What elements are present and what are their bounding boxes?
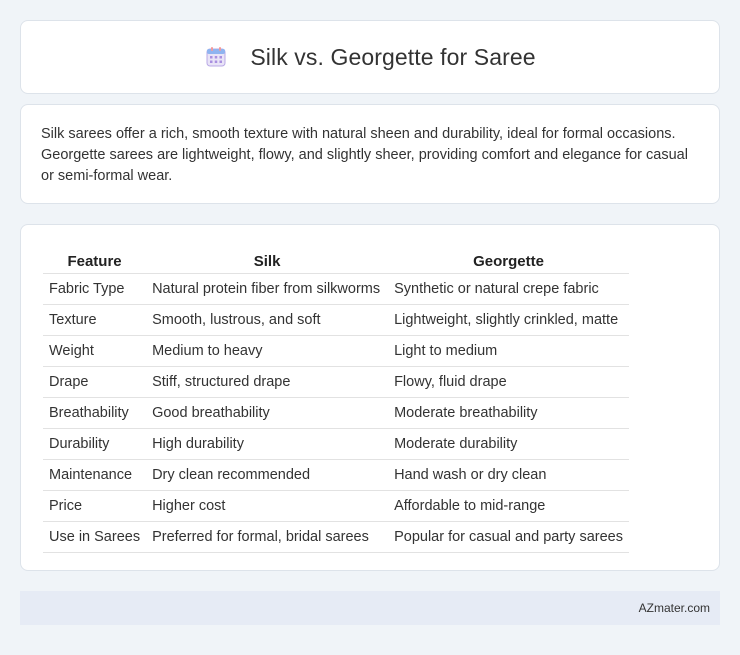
table-row: Texture Smooth, lustrous, and soft Lightwe… [43, 305, 629, 336]
table-row: Weight Medium to heavy Light to medium [43, 336, 629, 367]
table-cell: Fabric Type [43, 274, 147, 305]
table-row: Maintenance Dry clean recommended Hand was… [43, 460, 629, 491]
table-cell: Preferred for formal, bridal sarees [146, 522, 389, 553]
table-cell: Higher cost [146, 491, 389, 522]
table-row: Durability High durability Moderate durabi… [43, 429, 629, 460]
column-header: Silk [146, 243, 389, 274]
description-text: Silk sarees offer a rich, smooth texture… [41, 126, 688, 184]
table-cell: Light to medium [388, 336, 629, 367]
column-header: Georgette [388, 243, 629, 274]
table-cell: Lightweight, slightly crinkled, matte [388, 305, 629, 336]
table-header-row: Feature Silk Georgette [43, 243, 629, 274]
table-cell: Weight [43, 336, 147, 367]
table-row: Drape Stiff, structured drape Flowy, fluid… [43, 367, 629, 398]
table-cell: High durability [146, 429, 389, 460]
title-card: Silk vs. Georgette for Saree [20, 20, 720, 94]
table-cell: Durability [43, 429, 147, 460]
table-cell: Dry clean recommended [146, 460, 389, 491]
table-row: Use in Sarees Preferred for formal, brida… [43, 522, 629, 553]
table-row: Breathability Good breathability Moderate … [43, 398, 629, 429]
table-cell: Texture [43, 305, 147, 336]
footer: AZmater.com [20, 591, 720, 625]
table-cell: Natural protein fiber from silkworms [146, 274, 389, 305]
table-cell: Stiff, structured drape [146, 367, 389, 398]
table-cell: Moderate durability [388, 429, 629, 460]
table-cell: Moderate breathability [388, 398, 629, 429]
footer-brand: AZmater.com [638, 601, 710, 615]
page-title: Silk vs. Georgette for Saree [250, 43, 536, 70]
table-cell: Flowy, fluid drape [388, 367, 629, 398]
table-cell: Hand wash or dry clean [388, 460, 629, 491]
table-cell: Breathability [43, 398, 147, 429]
table-cell: Medium to heavy [146, 336, 389, 367]
table-cell: Maintenance [43, 460, 147, 491]
column-header: Feature [43, 243, 147, 274]
calendar-icon [206, 47, 226, 67]
table-cell: Good breathability [146, 398, 389, 429]
table-cell: Smooth, lustrous, and soft [146, 305, 389, 336]
table-cell: Use in Sarees [43, 522, 147, 553]
comparison-card: Feature Silk Georgette Fabric Type Natura… [20, 224, 720, 571]
table-cell: Price [43, 491, 147, 522]
table-cell: Popular for casual and party sarees [388, 522, 629, 553]
table-cell: Synthetic or natural crepe fabric [388, 274, 629, 305]
comparison-table: Feature Silk Georgette Fabric Type Natura… [43, 243, 629, 553]
table-row: Fabric Type Natural protein fiber from si… [43, 274, 629, 305]
table-cell: Drape [43, 367, 147, 398]
table-cell: Affordable to mid-range [388, 491, 629, 522]
description-card: Silk sarees offer a rich, smooth texture… [20, 104, 720, 204]
table-row: Price Higher cost Affordable to mid-range [43, 491, 629, 522]
